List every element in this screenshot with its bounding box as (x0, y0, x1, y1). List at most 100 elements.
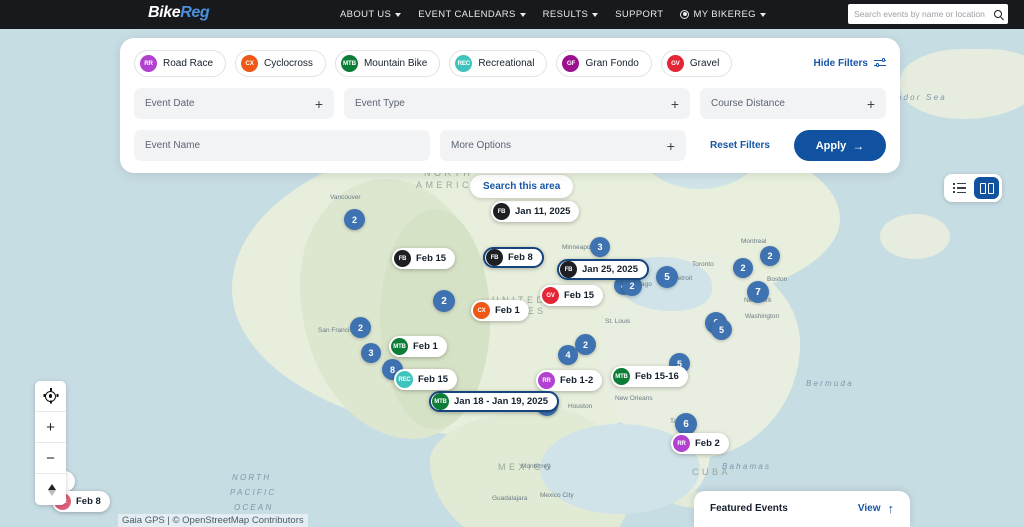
map-cluster-marker[interactable]: 5 (711, 319, 732, 340)
event-category-badge-gv: GV (542, 287, 559, 304)
category-pill-label: Gran Fondo (585, 58, 639, 69)
map-event-marker[interactable]: MTB Jan 18 - Jan 19, 2025 (429, 391, 560, 412)
map-attribution[interactable]: Gaia GPS | © OpenStreetMap Contributors (118, 514, 308, 527)
map-event-marker[interactable]: GV Feb 15 (540, 285, 604, 306)
nav-item-my-bikereg[interactable]: MY BIKEREG (680, 9, 766, 20)
event-date-label: Feb 15 (564, 290, 595, 301)
nav-item-results[interactable]: RESULTS (543, 9, 599, 20)
map-cluster-marker[interactable]: 2 (760, 246, 780, 266)
event-type-expand-icon[interactable]: + (671, 97, 679, 111)
map-cluster-marker[interactable]: 6 (675, 413, 697, 435)
locate-icon (45, 387, 56, 402)
hide-filters-label: Hide Filters (813, 58, 868, 69)
zoom-out-button[interactable]: − (35, 443, 66, 474)
filter-field-row-1: Event Date + Event Type + Course Distanc… (134, 88, 886, 119)
event-date-expand-icon[interactable]: + (315, 97, 323, 111)
event-category-badge-mtb: MTB (432, 393, 449, 410)
event-name-placeholder: Event Name (145, 140, 201, 151)
map-event-marker[interactable]: MTB Feb 15-16 (611, 366, 688, 387)
map-cluster-marker[interactable]: 7 (747, 281, 769, 303)
more-options-expand-icon[interactable]: + (667, 139, 675, 153)
category-pill-gravel[interactable]: GV Gravel (660, 50, 733, 77)
map-label: OCEAN (234, 503, 274, 512)
map-event-marker[interactable]: FB Feb 15 (392, 248, 456, 269)
map-controls: + − (35, 381, 66, 505)
search-input[interactable] (854, 9, 994, 19)
map-event-marker[interactable]: RR Feb 1-2 (536, 370, 603, 391)
category-pill-recreational[interactable]: REC Recreational (449, 50, 548, 77)
landmass-greenland (900, 49, 1024, 119)
bikereg-logo[interactable]: BikeReg (148, 4, 210, 22)
nav-item-event-calendars[interactable]: EVENT CALENDARS (418, 9, 526, 20)
apply-filters-button[interactable]: Apply → (794, 130, 886, 161)
zoom-out-label: − (46, 449, 55, 467)
locate-me-button[interactable] (35, 381, 66, 412)
top-navbar: BikeReg ABOUT US EVENT CALENDARS RESULTS SU… (0, 0, 1024, 29)
map-cluster-marker[interactable]: 5 (656, 266, 678, 288)
map-event-marker[interactable]: FB Feb 8 (483, 247, 544, 268)
nav-item-about-us[interactable]: ABOUT US (340, 9, 402, 20)
course-distance-field[interactable]: Course Distance + (700, 88, 886, 119)
map-view-button[interactable] (974, 177, 999, 199)
nav-item-support[interactable]: SUPPORT (615, 9, 663, 20)
filter-panel: RR Road Race CX Cyclocross MTB Mountain Bike R… (120, 38, 900, 173)
map-cluster-marker[interactable]: 2 (433, 290, 455, 312)
map-cluster-marker[interactable]: 2 (350, 317, 371, 338)
hide-filters-button[interactable]: Hide Filters (814, 58, 886, 69)
event-name-field[interactable]: Event Name (134, 130, 430, 161)
map-cluster-marker[interactable]: 3 (590, 237, 610, 257)
featured-view-label: View (857, 503, 881, 514)
list-view-icon (953, 182, 966, 194)
category-badge-rec: REC (455, 55, 473, 72)
search-icon[interactable] (994, 10, 1002, 18)
event-category-badge-cx: CX (473, 302, 490, 319)
event-category-badge-fb: FB (394, 250, 411, 267)
nav-item-label: RESULTS (542, 9, 589, 20)
map-cluster-marker[interactable]: 2 (575, 334, 596, 355)
arrow-right-icon: → (852, 138, 865, 153)
event-date-label: Feb 15 (416, 253, 447, 264)
reset-filters-button[interactable]: Reset Filters (696, 130, 784, 161)
logo-text-reg: Reg (180, 4, 210, 21)
chevron-down-icon (592, 12, 599, 17)
category-pill-mountain-bike[interactable]: MTB Mountain Bike (334, 50, 441, 77)
map-event-marker[interactable]: RR Feb 2 (671, 433, 729, 454)
filter-field-row-2: Event Name More Options + Reset Filters … (134, 130, 886, 161)
event-category-badge-rr: RR (538, 372, 555, 389)
category-pill-cyclocross[interactable]: CX Cyclocross (235, 50, 326, 77)
category-pill-row: RR Road Race CX Cyclocross MTB Mountain Bike R… (134, 50, 886, 77)
chevron-down-icon (395, 12, 402, 17)
event-category-badge-rec: REC (396, 371, 413, 388)
view-mode-toggle (944, 174, 1002, 202)
map-cluster-marker[interactable]: 3 (361, 343, 381, 363)
category-pill-road-race[interactable]: RR Road Race (134, 50, 227, 77)
map-event-marker[interactable]: MTB Feb 1 (389, 336, 447, 357)
map-cluster-marker[interactable]: 2 (344, 209, 365, 230)
map-event-marker[interactable]: CX Feb 1 (471, 300, 529, 321)
zoom-in-button[interactable]: + (35, 412, 66, 443)
featured-events-title: Featured Events (710, 503, 788, 514)
featured-events-view-button[interactable]: View ↑ (858, 502, 894, 515)
map-cluster-marker[interactable]: 2 (733, 258, 753, 278)
map-event-marker[interactable]: FB Jan 11, 2025 (491, 201, 580, 222)
chevron-down-icon (519, 12, 526, 17)
event-type-field[interactable]: Event Type + (344, 88, 690, 119)
compass-button[interactable] (35, 474, 66, 505)
global-search[interactable] (848, 4, 1008, 24)
search-this-area-button[interactable]: Search this area (470, 175, 574, 198)
event-category-badge-fb: FB (560, 261, 577, 278)
event-date-label: Jan 18 - Jan 19, 2025 (454, 396, 549, 407)
event-date-field[interactable]: Event Date + (134, 88, 334, 119)
event-date-label: Feb 1-2 (560, 375, 594, 386)
map-cluster-marker[interactable]: 4 (558, 345, 578, 365)
map-event-marker[interactable]: REC Feb 15 (394, 369, 458, 390)
course-distance-expand-icon[interactable]: + (867, 97, 875, 111)
map-event-marker[interactable]: FB Jan 25, 2025 (557, 259, 649, 280)
event-category-badge-rr: RR (673, 435, 690, 452)
category-pill-gran-fondo[interactable]: GF Gran Fondo (556, 50, 652, 77)
list-view-button[interactable] (947, 177, 972, 199)
reset-filters-label: Reset Filters (709, 140, 770, 151)
more-options-field[interactable]: More Options + (440, 130, 686, 161)
primary-navigation: ABOUT US EVENT CALENDARS RESULTS SUPPORT MY … (340, 0, 766, 29)
map-label: Bermuda (806, 379, 854, 388)
